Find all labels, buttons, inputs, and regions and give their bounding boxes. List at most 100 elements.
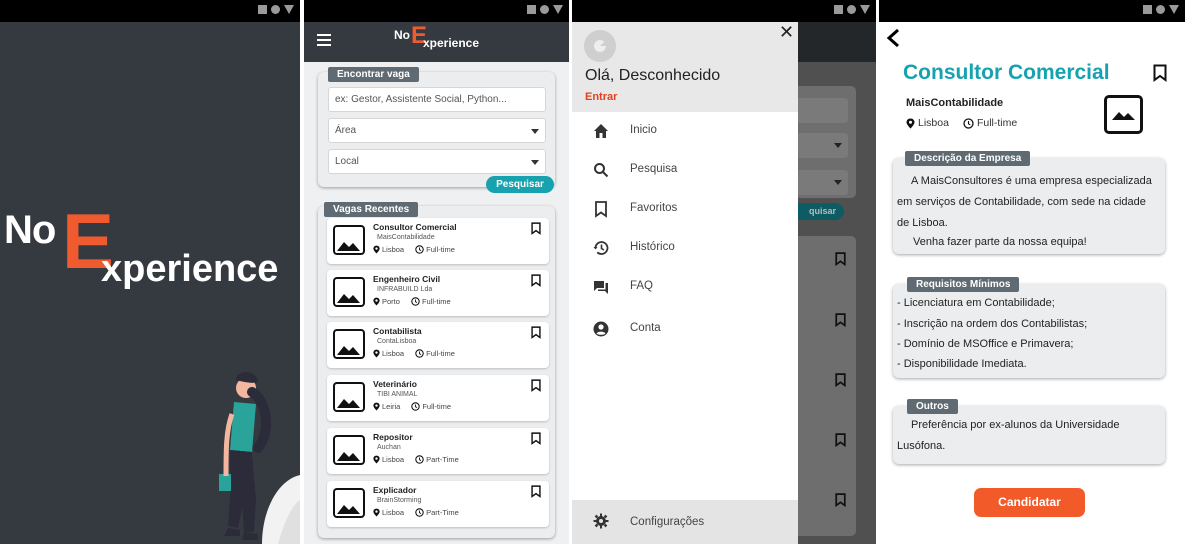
job-list-item[interactable]: Consultor Comercial MaisContabilidade Lisb… bbox=[327, 218, 549, 264]
job-meta: Lisboa Part-Time bbox=[373, 455, 459, 464]
job-list-item[interactable]: Veterinário TIBI ANIMAL Leiria Full-time bbox=[327, 375, 549, 421]
recent-section-label: Vagas Recentes bbox=[324, 202, 419, 217]
job-title: Veterinário bbox=[373, 379, 417, 389]
image-icon bbox=[337, 399, 360, 408]
local-select[interactable]: Local bbox=[328, 149, 546, 174]
dimmed-bookmark-icon bbox=[835, 373, 846, 387]
clock-icon bbox=[411, 297, 420, 306]
drawer-item-label: Pesquisa bbox=[630, 163, 678, 175]
job-image-placeholder bbox=[333, 329, 365, 359]
job-type: Full-time bbox=[426, 245, 455, 254]
drawer-item-pesquisa[interactable]: Pesquisa bbox=[572, 157, 798, 187]
app-bar: No E xperience bbox=[304, 22, 569, 62]
wifi-icon bbox=[847, 5, 856, 14]
logo-no-text: No bbox=[394, 28, 410, 42]
job-location: Lisboa bbox=[382, 245, 405, 254]
drawer-item-inicio[interactable]: Inicio bbox=[572, 118, 798, 148]
navigation-drawer: ✕ Olá, Desconhecido Entrar Inicio Pesqui… bbox=[572, 22, 798, 544]
dimmed-bookmark-icon bbox=[835, 493, 846, 507]
drawer-header: ✕ Olá, Desconhecido Entrar bbox=[572, 22, 798, 112]
account-icon bbox=[593, 321, 609, 337]
bookmark-icon[interactable] bbox=[531, 379, 541, 392]
logo-experience-text: xperience bbox=[423, 36, 480, 50]
image-icon bbox=[337, 294, 360, 303]
job-image-placeholder bbox=[333, 382, 365, 412]
bookmark-icon[interactable] bbox=[531, 274, 541, 287]
bookmark-icon[interactable] bbox=[531, 432, 541, 445]
description-line: Venha fazer parte da nossa equipa! bbox=[913, 236, 1087, 248]
job-location: Lisboa bbox=[382, 508, 405, 517]
dimmed-bookmark-icon bbox=[835, 252, 846, 266]
notification-icon bbox=[834, 5, 843, 14]
signal-icon bbox=[1169, 5, 1179, 14]
chevron-down-icon bbox=[834, 143, 842, 148]
drawer-item-faq[interactable]: FAQ bbox=[572, 274, 798, 304]
menu-icon[interactable] bbox=[317, 34, 331, 49]
job-title: Engenheiro Civil bbox=[373, 274, 441, 284]
job-company: Auchan bbox=[377, 444, 401, 451]
location-pin-icon bbox=[373, 455, 380, 464]
company-name: MaisContabilidade bbox=[906, 97, 1004, 109]
drawer-item-label: Favoritos bbox=[630, 202, 678, 214]
job-title: Repositor bbox=[373, 432, 413, 442]
apply-button[interactable]: Candidatar bbox=[974, 488, 1085, 517]
status-bar bbox=[304, 0, 569, 22]
requirements-card: Requisitos Mínimos - Licenciatura em Con… bbox=[893, 277, 1165, 378]
signal-icon bbox=[860, 5, 870, 14]
drawer-item-conta[interactable]: Conta bbox=[572, 316, 798, 346]
bookmark-icon[interactable] bbox=[531, 485, 541, 498]
job-type: Full-time bbox=[426, 349, 455, 358]
job-list-item[interactable]: Repositor Auchan Lisboa Part-Time bbox=[327, 428, 549, 474]
drawer-item-historico[interactable]: Histórico bbox=[572, 235, 798, 265]
area-select[interactable]: Área bbox=[328, 118, 546, 143]
greeting-text: Olá, Desconhecido bbox=[585, 67, 721, 84]
job-list-item[interactable]: Engenheiro Civil INFRABUILD Lda Porto Full-… bbox=[327, 270, 549, 316]
requirement-item: - Domínio de MSOffice e Primavera; bbox=[897, 338, 1074, 350]
location-pin-icon bbox=[373, 297, 380, 306]
job-meta: Lisboa Full-time bbox=[906, 117, 1017, 129]
drawer-item-favoritos[interactable]: Favoritos bbox=[572, 196, 798, 226]
drawer-item-configuracoes[interactable]: Configurações bbox=[572, 500, 798, 544]
job-title: Contabilista bbox=[373, 326, 422, 336]
job-list-item[interactable]: Explicador BrainStorming Lisboa Part-Time bbox=[327, 481, 549, 527]
search-icon bbox=[594, 163, 609, 178]
bookmark-icon[interactable] bbox=[1153, 64, 1167, 82]
job-image-placeholder bbox=[333, 225, 365, 255]
splash-screen: No E xperience bbox=[0, 0, 300, 544]
area-select-label: Área bbox=[335, 125, 357, 136]
drawer-item-label: Conta bbox=[630, 322, 661, 334]
clock-icon bbox=[415, 508, 424, 517]
requirements-section-label: Requisitos Mínimos bbox=[907, 277, 1020, 292]
signal-icon bbox=[553, 5, 563, 14]
image-icon bbox=[1112, 112, 1135, 120]
avatar-icon bbox=[594, 40, 609, 52]
job-location: Lisboa bbox=[382, 455, 405, 464]
job-meta: Porto Full-time bbox=[373, 297, 451, 306]
dimmed-bookmark-icon bbox=[835, 433, 846, 447]
requirement-item: - Licenciatura em Contabilidade; bbox=[897, 297, 1055, 309]
description-line: em serviços de Contabilidade, com sede n… bbox=[897, 196, 1146, 208]
avatar bbox=[584, 30, 616, 62]
keyword-input[interactable]: ex: Gestor, Assistente Social, Python... bbox=[328, 87, 546, 112]
drawer-screen: quisar ✕ Olá, Desconhecido Entrar Inicio bbox=[572, 0, 876, 544]
chevron-down-icon bbox=[531, 160, 539, 165]
job-meta: Leiria Full-time bbox=[373, 402, 451, 411]
search-button[interactable]: Pesquisar bbox=[486, 176, 554, 193]
drawer-item-label: Inicio bbox=[630, 124, 657, 136]
bookmark-icon[interactable] bbox=[531, 222, 541, 235]
back-arrow-icon[interactable] bbox=[885, 28, 903, 48]
location-pin-icon bbox=[373, 508, 380, 517]
login-link[interactable]: Entrar bbox=[585, 91, 617, 103]
bookmark-icon bbox=[595, 201, 607, 218]
clock-icon bbox=[963, 117, 974, 129]
job-company: ContaLisboa bbox=[377, 338, 417, 345]
bookmark-icon[interactable] bbox=[531, 326, 541, 339]
close-icon[interactable]: ✕ bbox=[779, 22, 794, 43]
job-location: Lisboa bbox=[918, 117, 949, 129]
description-line: A MaisConsultores é uma empresa especial… bbox=[911, 175, 1152, 187]
job-type: Full-time bbox=[976, 117, 1018, 129]
image-icon bbox=[337, 242, 360, 251]
history-icon bbox=[593, 241, 609, 255]
job-list-item[interactable]: Contabilista ContaLisboa Lisboa Full-time bbox=[327, 322, 549, 368]
status-bar bbox=[879, 0, 1185, 22]
